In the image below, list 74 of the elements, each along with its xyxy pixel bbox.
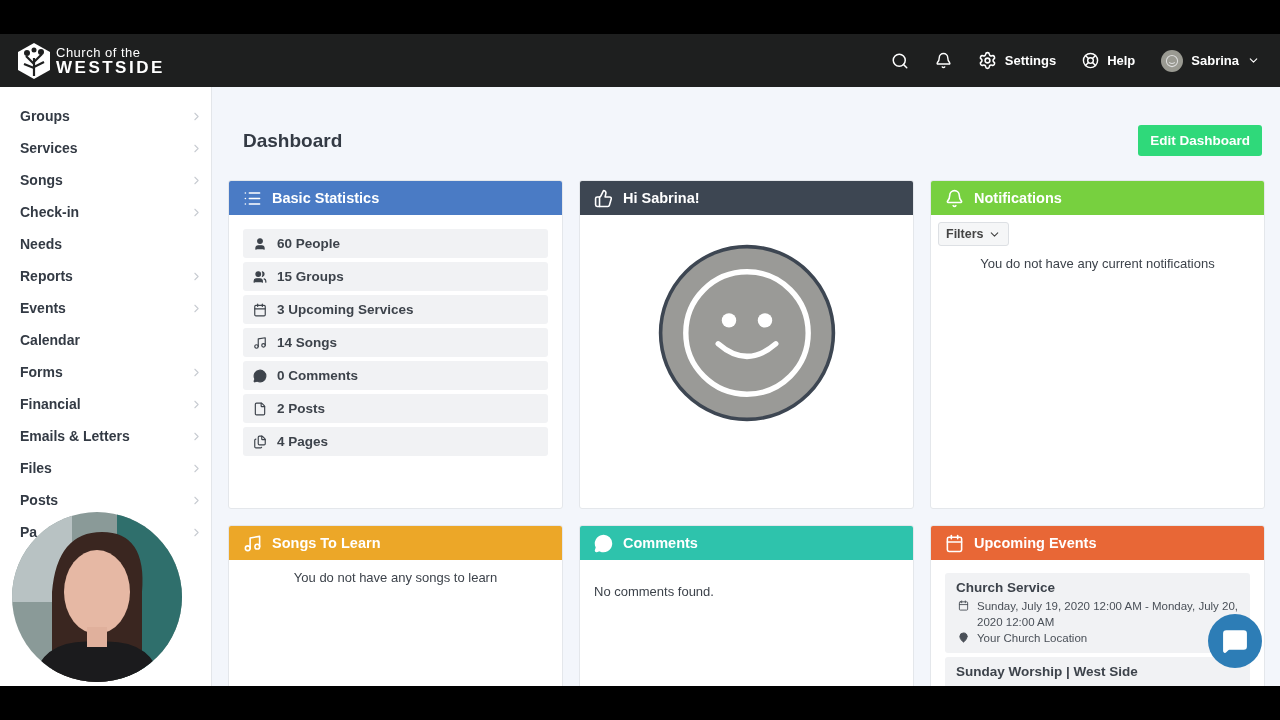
sidebar-item[interactable]: Emails & Letters — [20, 428, 130, 444]
stat-row[interactable]: 60 People — [243, 229, 548, 258]
stat-label: 0 Comments — [277, 368, 359, 383]
smiley-avatar-icon — [656, 243, 837, 423]
stat-row[interactable]: 3 Upcoming Services — [243, 295, 548, 324]
sidebar-item[interactable]: Events — [20, 300, 66, 316]
card-title: Songs To Learn — [272, 535, 381, 551]
comments-icon — [253, 368, 267, 383]
event-time: Sunday, July 19, 2020 12:00 AM - Monday, July 20, 2020 12:00 AM — [977, 599, 1239, 630]
sidebar-item[interactable]: Reports — [20, 268, 73, 284]
lifebuoy-icon — [1082, 52, 1100, 69]
event-name: Church Service — [956, 580, 1057, 595]
sidebar-item[interactable]: Services — [20, 140, 78, 156]
user-menu[interactable]: Sabrina — [1161, 49, 1260, 72]
stat-label: 3 Upcoming Services — [277, 302, 414, 317]
chat-icon — [1222, 628, 1248, 654]
sidebar-item[interactable]: Groups — [20, 108, 70, 124]
sidebar-item[interactable]: Posts — [20, 492, 59, 508]
search-button[interactable] — [890, 51, 909, 70]
empty-message: You do not have any current notifications — [979, 256, 1216, 271]
logo-text: WESTSIDE — [56, 58, 165, 76]
logo-text: Church of the — [56, 45, 142, 59]
stat-label: 60 People — [277, 236, 341, 251]
empty-message: You do not have any songs to learn — [292, 570, 499, 585]
stat-row[interactable]: 2 Posts — [243, 394, 548, 423]
card-title: Upcoming Events — [974, 535, 1097, 551]
settings-button[interactable]: Settings — [977, 51, 1057, 70]
bell-button[interactable] — [934, 52, 952, 69]
calendar-icon — [945, 533, 964, 553]
sidebar-item[interactable]: Financial — [20, 396, 81, 412]
stat-label: 14 Songs — [277, 335, 338, 350]
stat-row[interactable]: 4 Pages — [243, 427, 548, 456]
comments-icon — [594, 533, 613, 553]
card-title: Hi Sabrina! — [623, 190, 700, 206]
stat-row[interactable]: 14 Songs — [243, 328, 548, 357]
calendar-icon — [958, 600, 969, 611]
person-icon — [253, 236, 267, 251]
avatar-icon — [1161, 49, 1184, 72]
sidebar-item[interactable]: Needs — [20, 236, 63, 252]
event-location: Your Church Location — [977, 631, 1088, 646]
sidebar-item[interactable]: Forms — [20, 364, 63, 380]
gear-icon — [977, 51, 997, 70]
pin-icon — [958, 632, 969, 643]
stat-row[interactable]: 0 Comments — [243, 361, 548, 390]
stat-label: 2 Posts — [277, 401, 326, 416]
card-title: Comments — [623, 535, 698, 551]
document-icon — [253, 401, 267, 416]
documents-icon — [253, 434, 267, 449]
music-icon — [243, 533, 262, 553]
sidebar-item[interactable]: Calendar — [20, 332, 80, 348]
bell-icon — [945, 188, 964, 208]
thumbs-up-icon — [594, 188, 613, 208]
event-item[interactable]: Church Service Sunday, July 19, 2020 12:00 AM - Monday, July 20, 2020 12:00 AM Your Church Location — [945, 573, 1250, 653]
card-title: Notifications — [974, 190, 1062, 206]
stat-label: 15 Groups — [277, 269, 344, 284]
group-icon — [253, 269, 267, 284]
sidebar-item[interactable]: Songs — [20, 172, 63, 188]
card-title: Basic Statistics — [272, 190, 380, 206]
bell-icon — [934, 52, 952, 69]
help-button[interactable]: Help — [1082, 52, 1136, 69]
calendar-icon — [253, 302, 267, 317]
event-name: Sunday Worship | West Side — [956, 664, 1139, 679]
tree-logo-icon — [16, 41, 52, 80]
sidebar-item[interactable]: Check-in — [20, 204, 80, 220]
sidebar-item[interactable]: Files — [20, 460, 52, 476]
empty-message: No comments found. — [594, 584, 715, 599]
stat-label: 4 Pages — [277, 434, 329, 449]
search-icon — [890, 51, 909, 70]
page-title: Dashboard — [243, 129, 343, 152]
event-item[interactable]: Sunday Worship | West Side — [945, 657, 1250, 686]
music-icon — [253, 335, 267, 350]
stat-row[interactable]: 15 Groups — [243, 262, 548, 291]
sidebar-item[interactable]: Pa — [20, 524, 38, 540]
filters-button[interactable]: Filters — [938, 222, 1009, 246]
